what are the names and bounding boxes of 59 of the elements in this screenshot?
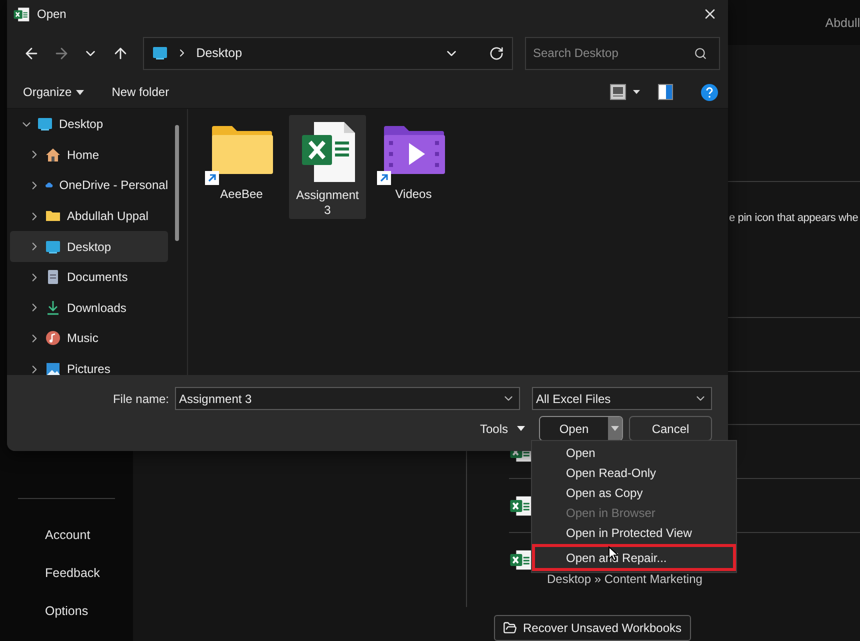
sidebar-item[interactable]: Feedback: [0, 554, 133, 592]
file-location: Desktop » Content Marketing: [547, 572, 702, 586]
menu-item[interactable]: Open: [532, 443, 736, 463]
open-options-button[interactable]: [608, 417, 622, 440]
caret-icon: [76, 90, 84, 94]
file-type-dropdown[interactable]: All Excel Files: [532, 387, 712, 410]
file-item[interactable]: AeeBee: [203, 115, 280, 219]
menu-item[interactable]: Open in Protected View: [532, 523, 736, 543]
search-field[interactable]: Search Desktop: [524, 36, 720, 70]
search-icon: [694, 46, 707, 60]
user-name: Abdull: [825, 16, 860, 30]
tools-button[interactable]: Tools: [474, 420, 531, 436]
tree-item[interactable]: Downloads: [10, 292, 168, 324]
video-folder-icon: [382, 125, 444, 175]
desktop-icon: [37, 116, 53, 132]
desktop-icon: [45, 238, 61, 255]
caret-icon: [517, 426, 525, 431]
tree-item[interactable]: OneDrive - Personal: [10, 170, 168, 201]
tree-item[interactable]: Documents: [10, 262, 168, 293]
spreadsheet-file-icon: [300, 121, 356, 183]
menu-item[interactable]: Open as Copy: [532, 483, 736, 503]
refresh-icon[interactable]: [488, 46, 504, 60]
tree-item[interactable]: Abdullah Uppal: [10, 200, 168, 232]
open-button[interactable]: Open: [540, 417, 608, 440]
preview-pane-icon[interactable]: [658, 84, 673, 100]
view-icon[interactable]: [610, 84, 640, 100]
folder-icon: [503, 621, 517, 635]
cancel-button[interactable]: Cancel: [629, 416, 712, 441]
spreadsheet-icon: [509, 494, 533, 518]
folder-icon: [210, 125, 272, 175]
tree-item[interactable]: Desktop: [10, 109, 168, 140]
desktop-icon: [152, 45, 168, 61]
file-item[interactable]: Videos: [375, 115, 452, 219]
sidebar-item[interactable]: Account: [0, 516, 133, 554]
picture-icon: [45, 361, 61, 375]
address-text: Desktop: [196, 46, 244, 60]
address-bar[interactable]: Desktop: [143, 36, 513, 70]
music-icon: [45, 330, 61, 346]
spreadsheet-icon: [509, 548, 533, 572]
tree-item[interactable]: Music: [10, 323, 168, 354]
document-icon: [45, 269, 61, 286]
caret-icon: [611, 426, 619, 431]
new-folder-button[interactable]: New folder: [112, 85, 170, 99]
tree-item[interactable]: Pictures: [10, 354, 168, 375]
spreadsheet-icon: [13, 6, 30, 22]
sidebar-item[interactable]: Options: [0, 592, 133, 630]
file-name-field[interactable]: Assignment 3: [175, 387, 520, 410]
home-icon: [45, 146, 61, 163]
tree-item[interactable]: Home: [10, 140, 168, 170]
hint-text: e pin icon that appears whe: [729, 212, 858, 224]
menu-item[interactable]: Open Read-Only: [532, 463, 736, 483]
help-icon[interactable]: [701, 84, 718, 100]
file-name-label: File name:: [112, 392, 169, 406]
file-item[interactable]: Assignment 3: [289, 115, 366, 219]
download-icon: [45, 300, 61, 316]
organize-button[interactable]: Organize: [23, 85, 84, 99]
window-title: Open: [37, 7, 68, 21]
tree-item[interactable]: Desktop: [10, 231, 168, 262]
recover-button[interactable]: Recover Unsaved Workbooks: [494, 615, 691, 641]
